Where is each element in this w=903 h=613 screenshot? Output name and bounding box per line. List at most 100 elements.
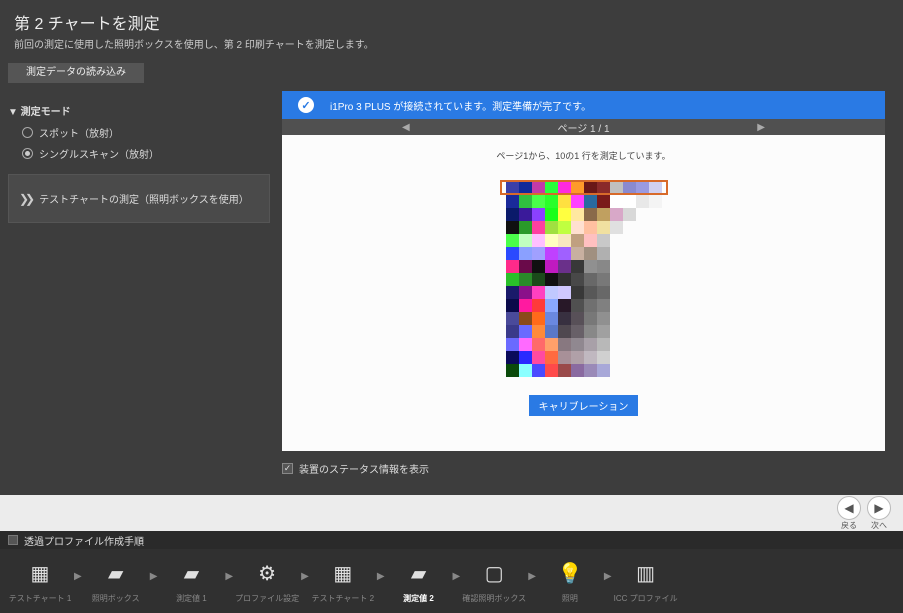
color-patch	[506, 234, 519, 247]
measure-step-box[interactable]: ❯❯ テストチャートの測定（照明ボックスを使用）	[8, 174, 270, 223]
color-patch	[519, 325, 532, 338]
color-patch	[571, 325, 584, 338]
workflow-arrow-icon: ▶	[223, 571, 235, 592]
workflow-step-8[interactable]: ▥ICC プロファイル	[618, 559, 674, 604]
color-patch	[532, 286, 545, 299]
color-patch	[584, 247, 597, 260]
pager: ◀ ページ 1 / 1 ▶	[282, 119, 885, 135]
workflow-step-label: ICC プロファイル	[614, 593, 678, 604]
load-data-button[interactable]: 測定データの読み込み	[8, 63, 144, 83]
color-patch	[532, 234, 545, 247]
color-patch	[571, 182, 584, 195]
color-patch	[610, 221, 623, 234]
color-patch	[558, 208, 571, 221]
workflow-header: 透過プロファイル作成手順	[0, 531, 903, 549]
color-patch	[519, 273, 532, 286]
color-patch	[519, 208, 532, 221]
workflow-step-icon: ▥	[629, 559, 663, 589]
mode-option-1[interactable]: シングルスキャン（放射）	[8, 143, 270, 164]
patch-row	[506, 195, 662, 208]
radio-icon	[22, 148, 33, 159]
status-checkbox[interactable]: ✓	[282, 463, 293, 474]
workflow-step-label: プロファイル設定	[235, 593, 299, 604]
next-button[interactable]: ▶	[867, 496, 891, 520]
color-patch	[610, 182, 623, 195]
pager-prev-button[interactable]: ◀	[402, 122, 410, 133]
workflow-step-4[interactable]: ▦テストチャート 2	[315, 559, 371, 604]
calibrate-button[interactable]: キャリブレーション	[529, 395, 639, 416]
workflow-step-label: 照明	[562, 593, 578, 604]
patch-row	[506, 208, 662, 221]
color-patch	[558, 286, 571, 299]
color-patch	[610, 208, 623, 221]
color-patch	[584, 299, 597, 312]
color-patch	[597, 260, 610, 273]
workflow-step-2[interactable]: ▰測定値 1	[163, 559, 219, 604]
color-patch	[519, 338, 532, 351]
color-patch	[545, 312, 558, 325]
workflow-step-7[interactable]: 💡照明	[542, 559, 598, 604]
color-patch	[519, 182, 532, 195]
banner-text: i1Pro 3 PLUS が接続されています。測定準備が完了です。	[330, 98, 591, 113]
workflow-title: 透過プロファイル作成手順	[24, 533, 144, 548]
workflow-step-icon: ▦	[326, 559, 360, 589]
workflow-arrow-icon: ▶	[375, 571, 387, 592]
workflow-step-0[interactable]: ▦テストチャート 1	[12, 559, 68, 604]
measure-message: ページ1から、10の1 行を測定しています。	[496, 149, 670, 162]
color-patch	[532, 208, 545, 221]
patch-row	[506, 260, 662, 273]
back-button[interactable]: ◀	[837, 496, 861, 520]
workflow-arrow-icon: ▶	[451, 571, 463, 592]
workflow-arrow-icon: ▶	[526, 571, 538, 592]
color-patch	[597, 234, 610, 247]
workflow-step-6[interactable]: ▢確認照明ボックス	[466, 559, 522, 604]
color-patch	[636, 195, 649, 208]
patch-row	[506, 286, 662, 299]
workflow-step-icon: ▢	[477, 559, 511, 589]
color-patch	[597, 208, 610, 221]
color-patch	[649, 195, 662, 208]
color-patch	[584, 351, 597, 364]
color-patch	[584, 260, 597, 273]
color-patch	[519, 364, 532, 377]
color-patch	[584, 312, 597, 325]
color-patch	[506, 364, 519, 377]
workflow-arrow-icon: ▶	[148, 571, 160, 592]
mode-option-label: シングルスキャン（放射）	[39, 146, 159, 161]
check-icon: ✓	[298, 97, 314, 113]
next-label: 次へ	[871, 520, 887, 531]
workflow-step-1[interactable]: ▰照明ボックス	[88, 559, 144, 604]
color-patch	[623, 208, 636, 221]
patch-row	[506, 182, 662, 195]
color-patch	[545, 260, 558, 273]
device-status-banner: ✓ i1Pro 3 PLUS が接続されています。測定準備が完了です。	[282, 91, 885, 119]
color-patch	[597, 338, 610, 351]
pager-next-button[interactable]: ▶	[757, 122, 765, 133]
workflow-step-3[interactable]: ⚙プロファイル設定	[239, 559, 295, 604]
color-patch	[519, 195, 532, 208]
workflow-bar: ▦テストチャート 1▶▰照明ボックス▶▰測定値 1▶⚙プロファイル設定▶▦テスト…	[0, 549, 903, 613]
right-panel: ✓ i1Pro 3 PLUS が接続されています。測定準備が完了です。 ◀ ペー…	[278, 91, 903, 511]
workflow-step-5[interactable]: ▰測定値 2	[391, 559, 447, 604]
color-patch	[571, 299, 584, 312]
mode-option-0[interactable]: スポット（放射）	[8, 122, 270, 143]
color-patch	[545, 221, 558, 234]
color-patch	[558, 221, 571, 234]
color-patch	[558, 273, 571, 286]
color-patch	[532, 195, 545, 208]
workflow-toggle-icon[interactable]	[8, 535, 18, 545]
color-patch	[506, 260, 519, 273]
color-patch	[623, 195, 636, 208]
color-patch	[571, 247, 584, 260]
pager-label: ページ 1 / 1	[557, 120, 609, 135]
color-patch	[532, 351, 545, 364]
color-patch	[558, 195, 571, 208]
patch-row	[506, 312, 662, 325]
color-patch	[558, 312, 571, 325]
measure-step-label: テストチャートの測定（照明ボックスを使用）	[39, 191, 249, 206]
color-patch	[623, 182, 636, 195]
color-patch	[558, 338, 571, 351]
workflow-step-icon: ▰	[174, 559, 208, 589]
color-patch	[506, 195, 519, 208]
color-patch	[597, 221, 610, 234]
